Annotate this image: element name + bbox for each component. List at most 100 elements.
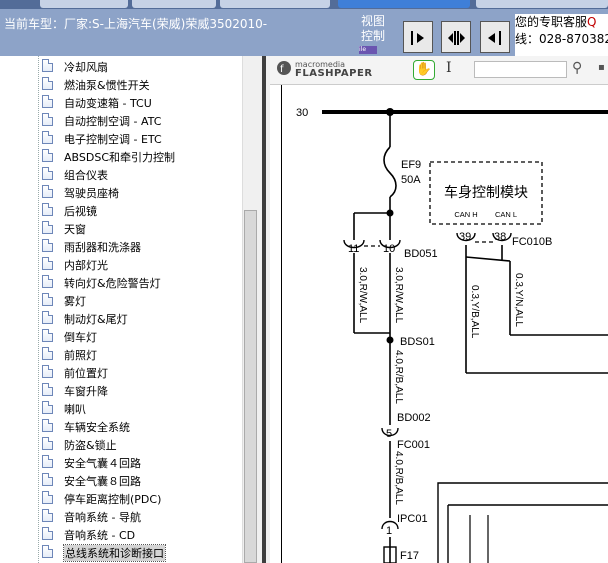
view-control-label: 视图控制	[361, 14, 386, 43]
document-icon	[42, 203, 53, 216]
connector-bd051: BD051	[404, 248, 438, 260]
tree-item-label: 车辆安全系统	[64, 421, 130, 434]
top-tab[interactable]	[40, 0, 128, 8]
customer-service-info: 您的专职客服Q 线：028-870382	[515, 14, 608, 56]
service-label: 您的专职客服	[515, 15, 588, 29]
tree-item-label: 车窗升降	[64, 385, 108, 398]
view-right-pane-button[interactable]	[480, 21, 510, 53]
tree-item-label: 安全气囊８回路	[64, 475, 141, 488]
document-icon	[42, 167, 53, 180]
fuse-ef9-symbol	[383, 146, 397, 198]
tree-item-label: 雾灯	[64, 295, 86, 308]
service-qq-link[interactable]: Q	[587, 15, 596, 29]
top-tab[interactable]	[220, 0, 330, 8]
tree-item[interactable]: 防盗&锁止	[34, 435, 234, 453]
view-split-button[interactable]	[441, 21, 471, 53]
tree-item[interactable]: 电子控制空调 - ETC	[34, 129, 234, 147]
tree-item-label: 总线系统和诊断接口	[63, 544, 166, 562]
view-left-pane-button[interactable]	[403, 21, 433, 53]
document-icon	[42, 311, 53, 324]
tree-item-label: 防盗&锁止	[64, 439, 117, 452]
tree-item[interactable]: 安全气囊８回路	[34, 471, 234, 489]
tree-item-label: 倒车灯	[64, 331, 97, 344]
document-icon	[42, 455, 53, 468]
document-icon	[42, 509, 53, 522]
top-tab[interactable]	[132, 0, 216, 8]
document-icon	[42, 347, 53, 360]
tree-item[interactable]: 组合仪表	[34, 165, 234, 183]
tree-item[interactable]: 内部灯光	[34, 255, 234, 273]
wire-label-mid: 3.0,R/W,ALL	[393, 267, 404, 324]
tree-item[interactable]: 车辆安全系统	[34, 417, 234, 435]
tree-item[interactable]: 倒车灯	[34, 327, 234, 345]
tree-item[interactable]: 转向灯&危险警告灯	[34, 273, 234, 291]
top-tab-strip	[0, 0, 608, 9]
search-icon[interactable]: ⚲	[572, 60, 582, 76]
tree-scrollbar-thumb[interactable]	[244, 210, 257, 563]
tree-item[interactable]: 自动变速箱 - TCU	[34, 93, 234, 111]
tree-item[interactable]: 雾灯	[34, 291, 234, 309]
svg-text:f: f	[280, 64, 284, 75]
tree-item[interactable]: 雨刮器和洗涤器	[34, 237, 234, 255]
document-search-input[interactable]	[474, 61, 567, 78]
pin-38: 38	[494, 231, 506, 243]
tree-item[interactable]: 后视镜	[34, 201, 234, 219]
pin-1: 1	[386, 525, 392, 537]
tree-item[interactable]: 自动控制空调 - ATC	[34, 111, 234, 129]
tree-item[interactable]: 停车距离控制(PDC)	[34, 489, 234, 507]
can-l-label: CAN L	[495, 210, 517, 219]
top-tab-active[interactable]	[338, 0, 470, 8]
document-icon	[42, 257, 53, 270]
tree-item[interactable]: 驾驶员座椅	[34, 183, 234, 201]
arrow-left-bar-icon	[488, 31, 501, 45]
can-h-label: CAN H	[454, 210, 477, 219]
tree-item[interactable]: 喇叭	[34, 399, 234, 417]
tree-item[interactable]: 音响系统 - CD	[34, 525, 234, 543]
fuse-f17: F17	[400, 550, 419, 562]
tree-item-label: 音响系统 - CD	[64, 529, 136, 542]
document-icon	[42, 437, 53, 450]
wire-label-left: 3.0,R/W,ALL	[357, 267, 368, 324]
flashpaper-logo-icon: f	[276, 60, 292, 79]
document-icon	[42, 221, 53, 234]
tree-item-label: 天窗	[64, 223, 86, 236]
document-icon	[42, 473, 53, 486]
tree-item[interactable]: 安全气囊４回路	[34, 453, 234, 471]
top-tab[interactable]	[476, 0, 608, 8]
wire-label-40: 4.0,R/B,ALL	[393, 350, 404, 404]
connector-fc010b: FC010B	[512, 236, 552, 248]
tree-item[interactable]: 车窗升降	[34, 381, 234, 399]
arrow-right-bar-icon	[411, 31, 424, 45]
tree-item[interactable]: 冷却风扇	[34, 57, 234, 75]
tree-item-label: ABSDSC和牵引力控制	[64, 151, 175, 164]
text-select-icon[interactable]: I	[446, 60, 452, 76]
pin-10: 10	[383, 243, 395, 255]
tree-item[interactable]: 制动灯&尾灯	[34, 309, 234, 327]
pin-5: 5	[386, 428, 392, 440]
wiring-diagram: 30 EF9 50A 11 10 BD051 3.0,R/W,ALL 3.0,R…	[296, 107, 608, 563]
tree-item[interactable]: 燃油泵&惯性开关	[34, 75, 234, 93]
tree-item-label: 冷却风扇	[64, 61, 108, 74]
pin-39: 39	[459, 231, 471, 243]
tree-item[interactable]: 总线系统和诊断接口	[34, 543, 234, 562]
document-icon	[42, 149, 53, 162]
tree-item[interactable]: 前照灯	[34, 345, 234, 363]
hand-tool-icon[interactable]: ✋	[413, 60, 435, 80]
tree-item-label: 前位置灯	[64, 367, 108, 380]
document-icon	[42, 419, 53, 432]
tree-item[interactable]: 前位置灯	[34, 363, 234, 381]
tree-item[interactable]: 天窗	[34, 219, 234, 237]
tree-item[interactable]: ABSDSC和牵引力控制	[34, 147, 234, 165]
document-icon	[42, 383, 53, 396]
tree-item[interactable]: 音响系统 - 导航	[34, 507, 234, 525]
document-icon	[42, 293, 53, 306]
current-model-label: 当前车型：厂家:S-上海汽车(荣威)荣威3502010-	[4, 17, 268, 31]
document-icon	[42, 275, 53, 288]
document-icon	[42, 329, 53, 342]
wire-label-40b: 4.0,R/B,ALL	[393, 451, 404, 505]
document-icon	[42, 77, 53, 90]
tree-item-label: 电子控制空调 - ETC	[64, 133, 162, 146]
toolbar-more-icon[interactable]: ▪	[598, 62, 605, 73]
module-name: 车身控制模块	[444, 184, 528, 201]
tree-item-label: 转向灯&危险警告灯	[64, 277, 161, 290]
